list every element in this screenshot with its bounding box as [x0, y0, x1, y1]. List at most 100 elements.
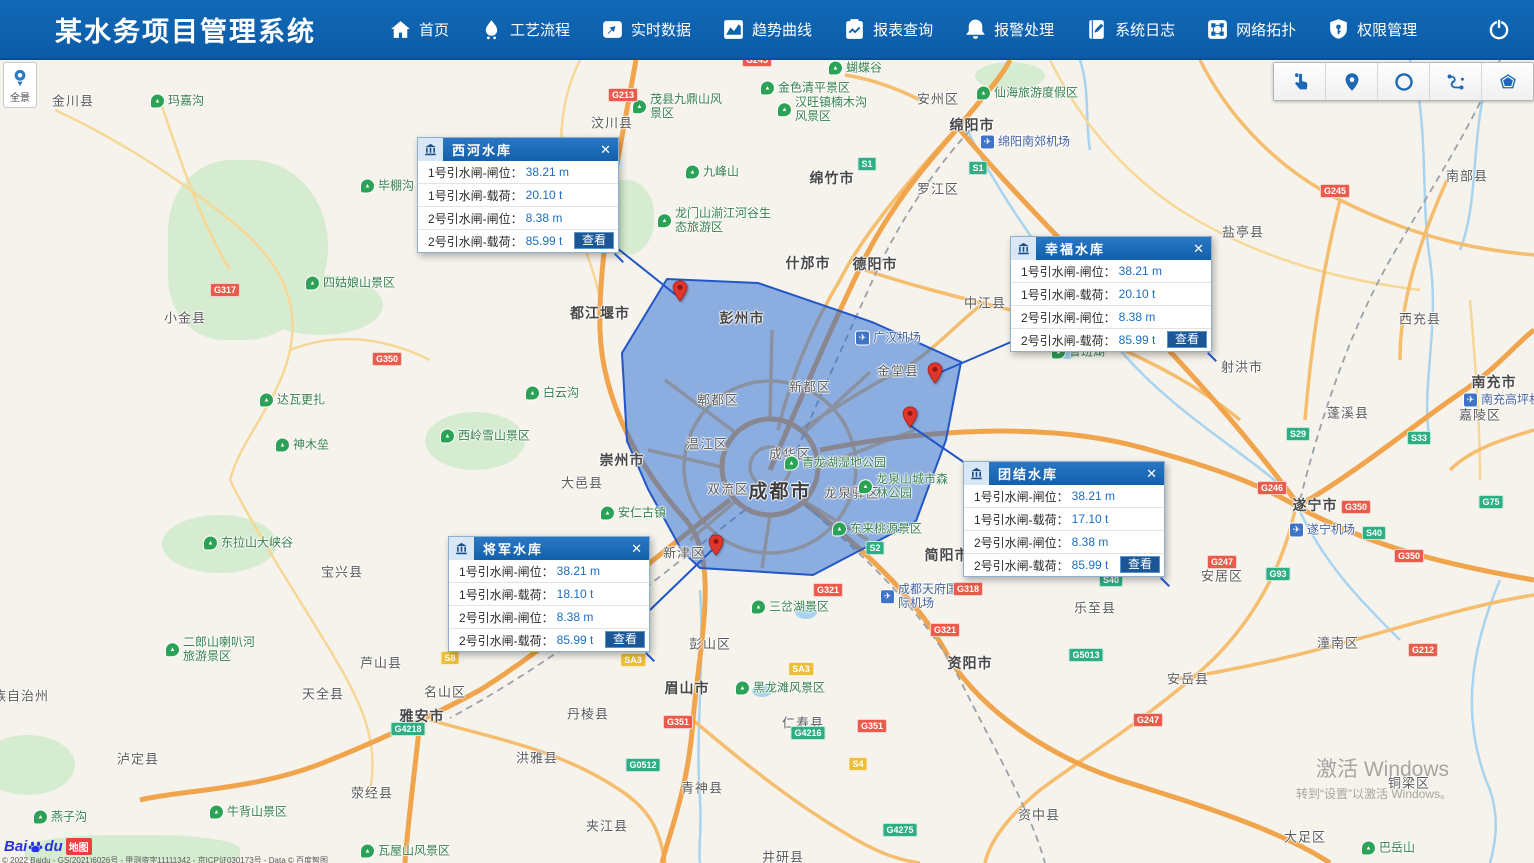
- popup-xihe-reservoir: 西河水库 ✕ 查看 1号引水闸-闸位：38.21 m1号引水闸-载荷：20.10…: [417, 137, 619, 253]
- popup-header: 幸福水库 ✕: [1011, 237, 1211, 260]
- gate-data-row: 2号引水闸-闸位：8.38 m: [449, 606, 649, 629]
- city-label: 绵竹市: [810, 168, 855, 188]
- road-shield: G246: [1257, 481, 1287, 495]
- county-label: 蓬溪县: [1327, 403, 1369, 422]
- scenic-spot-label: ▲ 青龙湖湿地公园: [784, 456, 886, 471]
- polyline-tool[interactable]: [1430, 63, 1482, 100]
- reservoir-building-icon: [964, 462, 989, 485]
- scenic-pin-icon: ▲: [784, 456, 799, 471]
- road-shield: S8: [440, 651, 459, 665]
- polygon-icon: [1497, 71, 1519, 93]
- circle-tool[interactable]: [1378, 63, 1430, 100]
- road-shield: G245: [1320, 184, 1350, 198]
- reservoir-marker-pin[interactable]: [708, 534, 724, 556]
- popup-jiangjun-reservoir: 将军水库 ✕ 查看 1号引水闸-闸位：38.21 m1号引水闸-载荷：18.10…: [448, 536, 650, 652]
- county-label: 名山区: [424, 682, 466, 701]
- road-shield: SA3: [620, 653, 646, 667]
- scenic-spot-label: ▲ 达瓦更扎: [259, 393, 325, 408]
- reservoir-building-icon: [1011, 237, 1036, 260]
- nav-item-process-flow[interactable]: 工艺流程: [479, 17, 570, 42]
- reservoir-marker-pin[interactable]: [672, 280, 688, 302]
- nav-item-network-topology[interactable]: 网络拓扑: [1205, 17, 1296, 42]
- nav-item-system-log[interactable]: 系统日志: [1084, 17, 1175, 42]
- view-button[interactable]: 查看: [1120, 556, 1160, 573]
- reservoir-marker-pin[interactable]: [902, 406, 918, 428]
- road-shield: S2: [865, 541, 884, 555]
- panorama-icon: [11, 67, 29, 89]
- county-label: 中江县: [964, 293, 1006, 312]
- city-label: 德阳市: [853, 254, 898, 274]
- city-label: 什邡市: [786, 253, 831, 273]
- gate-data-row: 1号引水闸-载荷：18.10 t: [449, 583, 649, 606]
- power-icon: [1486, 16, 1512, 42]
- county-label: 盐亭县: [1222, 222, 1264, 241]
- county-label: 乐至县: [1074, 598, 1116, 617]
- nav-item-alarm-handling[interactable]: 报警处理: [963, 17, 1054, 42]
- scenic-spot-label: ▲ 龙门山湔江河谷生态旅游区: [657, 207, 777, 235]
- road-shield: G93: [1265, 567, 1290, 581]
- baidu-paw-icon: [28, 839, 43, 854]
- scenic-pin-icon: ▲: [828, 61, 843, 76]
- road-shield: G4218: [390, 722, 425, 736]
- county-label: 新津区: [663, 543, 705, 562]
- airport-label: ✈ 绵阳南郊机场: [980, 135, 1070, 150]
- scenic-spot-label: ▲ 神木垒: [275, 438, 329, 453]
- scenic-pin-icon: ▲: [209, 805, 224, 820]
- top-navbar: 某水务项目管理系统 首页 工艺流程 实时数据 趋势曲线 报表查询 报警处理 系统…: [0, 0, 1534, 60]
- popup-body: 查看 1号引水闸-闸位：38.21 m1号引水闸-载荷：17.10 t2号引水闸…: [964, 485, 1164, 576]
- system-log-icon: [1084, 17, 1109, 42]
- city-label: 都江堰市: [570, 303, 630, 323]
- airplane-icon: ✈: [880, 590, 895, 605]
- scenic-pin-icon: ▲: [751, 600, 766, 615]
- nav-item-trend-curve[interactable]: 趋势曲线: [721, 17, 812, 42]
- close-icon[interactable]: ✕: [1139, 462, 1164, 485]
- view-button[interactable]: 查看: [605, 631, 645, 648]
- county-label: 南部县: [1446, 166, 1488, 185]
- gate-data-row: 2号引水闸-闸位：8.38 m: [1011, 306, 1211, 329]
- polygon-tool[interactable]: [1482, 63, 1533, 100]
- nav-item-realtime-data[interactable]: 实时数据: [600, 17, 691, 42]
- close-icon[interactable]: ✕: [1186, 237, 1211, 260]
- gate-data-row: 2号引水闸-闸位：8.38 m: [964, 531, 1164, 554]
- popup-title: 团结水库: [989, 464, 1139, 483]
- road-shield: G350: [372, 352, 402, 366]
- popup-title: 将军水库: [474, 539, 624, 558]
- scenic-pin-icon: ▲: [1361, 841, 1376, 856]
- nav-item-home[interactable]: 首页: [388, 17, 449, 42]
- road-shield: G350: [1341, 500, 1371, 514]
- scenic-spot-label: ▲ 龙泉山城市森林公园: [858, 473, 948, 501]
- nav-item-permission-management[interactable]: 权限管理: [1326, 17, 1417, 42]
- logout-power-button[interactable]: [1486, 16, 1512, 42]
- airport-label: ✈ 成都天府国际机场: [880, 583, 960, 611]
- scenic-spot-label: ▲ 九峰山: [685, 165, 739, 180]
- road-shield: G212: [1408, 643, 1438, 657]
- scenic-spot-label: ▲ 四姑娘山景区: [305, 276, 395, 291]
- panorama-control[interactable]: 全景: [3, 62, 37, 108]
- scenic-pin-icon: ▲: [275, 438, 290, 453]
- popup-tuanjie-reservoir: 团结水库 ✕ 查看 1号引水闸-闸位：38.21 m1号引水闸-载荷：17.10…: [963, 461, 1165, 577]
- county-label: 安岳县: [1167, 669, 1209, 688]
- close-icon[interactable]: ✕: [624, 537, 649, 560]
- county-label: 泸定县: [117, 749, 159, 768]
- nav-item-report-query[interactable]: 报表查询: [842, 17, 933, 42]
- county-label: 金川县: [52, 91, 94, 110]
- road-shield: G351: [663, 715, 693, 729]
- scenic-pin-icon: ▲: [657, 214, 672, 229]
- county-label: 西充县: [1399, 309, 1441, 328]
- popup-body: 查看 1号引水闸-闸位：38.21 m1号引水闸-载荷：20.10 t2号引水闸…: [418, 161, 618, 252]
- close-icon[interactable]: ✕: [593, 138, 618, 161]
- scenic-spot-label: ▲ 西岭雪山景区: [440, 429, 530, 444]
- scenic-spot-label: ▲ 毕棚沟: [360, 179, 414, 194]
- scenic-pin-icon: ▲: [976, 86, 991, 101]
- view-button[interactable]: 查看: [574, 232, 614, 249]
- pan-hand-tool[interactable]: [1274, 63, 1326, 100]
- report-query-icon: [842, 17, 867, 42]
- scenic-spot-label: ▲ 茂县九鼎山风景区: [632, 93, 722, 121]
- scenic-pin-icon: ▲: [600, 506, 615, 521]
- scenic-spot-label: ▲ 二郎山喇叭河旅游景区: [165, 636, 265, 664]
- marker-tool[interactable]: [1326, 63, 1378, 100]
- view-button[interactable]: 查看: [1167, 331, 1207, 348]
- permission-shield-icon: [1326, 17, 1351, 42]
- scenic-spot-label: ▲ 黑龙滩风景区: [735, 681, 825, 696]
- reservoir-marker-pin[interactable]: [927, 362, 943, 384]
